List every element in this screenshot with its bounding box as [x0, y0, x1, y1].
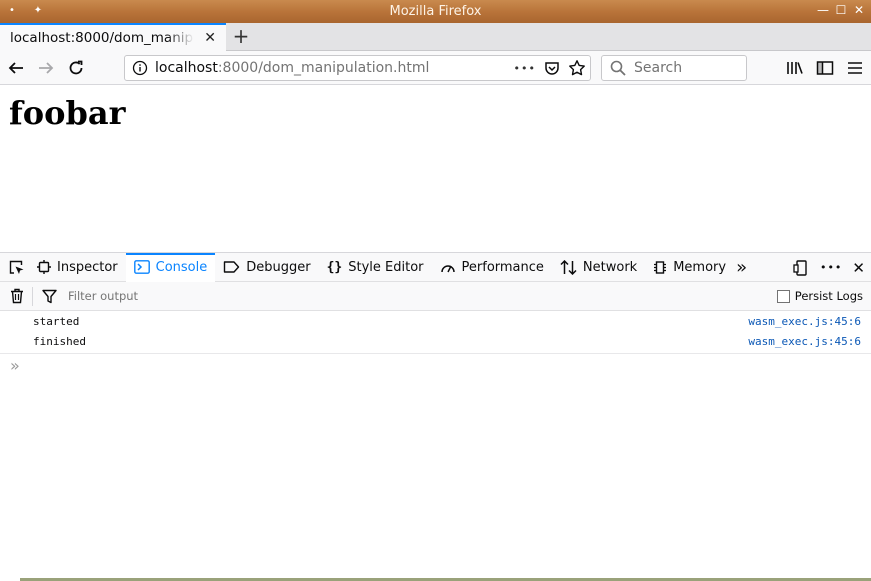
devtools-menu-icon[interactable]: •••	[820, 261, 842, 274]
sidebar-icon[interactable]	[815, 56, 835, 80]
window-menu-icon[interactable]: •	[6, 4, 18, 16]
console-filter-bar: Persist Logs	[0, 282, 871, 311]
tab-strip: localhost:8000/dom_manipulation.html ✕ +	[0, 23, 871, 51]
tab-memory-label: Memory	[673, 259, 727, 275]
console-message-text: started	[33, 314, 80, 328]
tab-style-editor-label: Style Editor	[348, 259, 424, 275]
maximize-icon[interactable]: ☐	[835, 3, 847, 17]
console-messages: started wasm_exec.js:45:6 finished wasm_…	[0, 311, 871, 354]
console-message-text: finished	[33, 334, 86, 348]
devtools-toolbar-right: ••• ✕	[793, 253, 865, 282]
back-arrow-icon	[8, 62, 23, 74]
page-content: foobar	[0, 86, 871, 252]
element-picker-button[interactable]	[0, 253, 29, 282]
tab-performance[interactable]: Performance	[432, 253, 552, 282]
hamburger-menu-icon[interactable]	[845, 56, 865, 80]
navigation-bar: localhost:8000/dom_manipulation.html •••…	[0, 51, 871, 85]
page-actions-menu-icon[interactable]: •••	[514, 62, 536, 75]
tab-console-label: Console	[155, 259, 208, 275]
persist-logs-checkbox[interactable]	[776, 289, 790, 303]
reload-icon	[69, 60, 83, 75]
minimize-icon[interactable]: —	[817, 3, 829, 17]
devtools-toolbar: Inspector Console Debugger {} Style Edit…	[0, 252, 871, 282]
devtools-panel: Inspector Console Debugger {} Style Edit…	[0, 252, 871, 581]
pocket-icon[interactable]	[544, 60, 560, 76]
tab-memory[interactable]: Memory	[645, 253, 734, 282]
library-icon[interactable]	[785, 56, 805, 80]
persist-logs-label: Persist Logs	[794, 289, 863, 303]
forward-button[interactable]	[34, 56, 58, 80]
tabs-overflow-button[interactable]: »	[734, 253, 755, 282]
debugger-icon	[224, 261, 240, 273]
style-editor-icon: {}	[326, 259, 343, 275]
filter-separator	[32, 287, 33, 306]
page-actions: •••	[514, 59, 590, 77]
url-bar[interactable]: localhost:8000/dom_manipulation.html •••	[124, 55, 591, 81]
filter-output-input[interactable]	[68, 289, 368, 303]
performance-icon	[440, 265, 455, 273]
clear-console-button[interactable]	[10, 288, 24, 308]
reload-button[interactable]	[64, 56, 88, 80]
trash-icon	[11, 288, 23, 304]
console-icon	[133, 260, 150, 274]
filter-icon	[42, 289, 57, 308]
devtools-close-icon[interactable]: ✕	[852, 259, 865, 277]
console-message-location-link[interactable]: wasm_exec.js:45:6	[748, 315, 861, 328]
tab-network-label: Network	[582, 259, 638, 275]
search-bar[interactable]: Search	[601, 55, 747, 81]
back-button[interactable]	[4, 56, 28, 80]
tab-inspector-label: Inspector	[57, 259, 118, 275]
console-message-location-link[interactable]: wasm_exec.js:45:6	[748, 335, 861, 348]
search-placeholder: Search	[634, 60, 683, 76]
tab-style-editor[interactable]: {} Style Editor	[319, 253, 432, 282]
persist-logs-toggle[interactable]: Persist Logs	[776, 289, 863, 303]
tab-debugger-label: Debugger	[246, 259, 311, 275]
tab-inspector[interactable]: Inspector	[29, 253, 126, 282]
url-host: localhost	[155, 60, 218, 76]
toolbar-right	[785, 56, 865, 80]
new-tab-button[interactable]: +	[230, 24, 252, 48]
url-path: :8000/dom_manipulation.html	[217, 60, 430, 76]
close-window-icon[interactable]: ✕	[853, 3, 865, 17]
tab-network[interactable]: Network	[552, 253, 645, 282]
window-controls: — ☐ ✕	[817, 3, 865, 17]
tab-close-icon[interactable]: ✕	[204, 30, 216, 46]
console-prompt-icon[interactable]: »	[10, 356, 20, 375]
responsive-design-icon[interactable]	[793, 259, 810, 276]
window-titlebar: • ✦ Mozilla Firefox — ☐ ✕	[0, 0, 871, 23]
inspector-icon	[37, 260, 51, 274]
bookmark-star-icon[interactable]	[568, 59, 586, 77]
console-message: started wasm_exec.js:45:6	[0, 311, 871, 331]
chevron-double-right-icon: »	[736, 256, 748, 278]
console-input-divider	[0, 353, 871, 354]
page-heading: foobar	[9, 94, 126, 132]
site-info-icon[interactable]	[125, 60, 155, 76]
titlebar-left-icons: • ✦	[6, 4, 44, 16]
tab-active[interactable]: localhost:8000/dom_manipulation.html ✕	[0, 23, 226, 51]
console-message: finished wasm_exec.js:45:6	[0, 331, 871, 351]
element-picker-icon	[9, 260, 24, 274]
pin-icon[interactable]: ✦	[32, 4, 44, 16]
tab-performance-label: Performance	[461, 259, 544, 275]
search-icon	[610, 60, 626, 76]
tab-console[interactable]: Console	[125, 252, 216, 282]
network-icon	[560, 259, 577, 275]
tab-title: localhost:8000/dom_manipulation.html	[10, 30, 194, 46]
tab-debugger[interactable]: Debugger	[215, 253, 318, 282]
forward-arrow-icon	[39, 62, 54, 74]
window-title: Mozilla Firefox	[389, 4, 482, 19]
memory-icon	[654, 260, 667, 274]
url-text[interactable]: localhost:8000/dom_manipulation.html	[155, 60, 514, 76]
